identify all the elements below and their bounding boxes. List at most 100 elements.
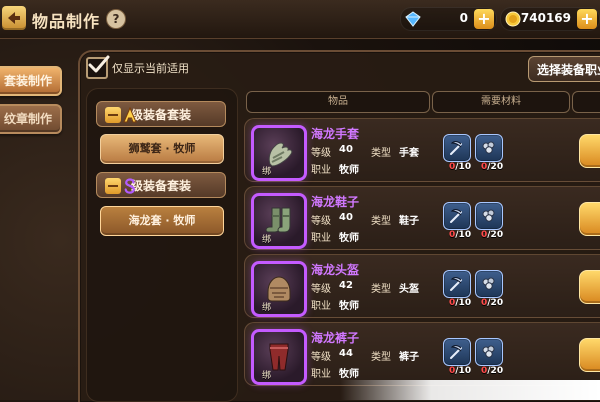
- column-header-action: [572, 91, 600, 113]
- level-value: 44: [339, 348, 353, 359]
- material-1-requirement: 0/10: [449, 366, 471, 376]
- material-slot-2[interactable]: [475, 202, 503, 230]
- material-ore-icon: [482, 209, 495, 222]
- diamond-amount: 0: [459, 11, 468, 25]
- tab-emblem-crafting-label: 纹章制作: [3, 112, 52, 126]
- item-name: 海龙鞋子: [311, 195, 360, 209]
- craft-button[interactable]: [579, 270, 600, 304]
- back-button[interactable]: [2, 6, 26, 30]
- category-a-label: 级装备套装: [131, 108, 192, 122]
- material-slot-1[interactable]: [443, 270, 471, 298]
- bind-badge: 绑: [262, 371, 272, 381]
- job-value: 牧师: [339, 233, 359, 244]
- table-row[interactable]: 绑 海龙头盔 等级 42 类型 头盔 职业 牧师 0/10 0/20: [244, 254, 600, 318]
- item-icon: 绑: [251, 329, 307, 385]
- column-header-materials: 需要材料: [432, 91, 570, 113]
- craft-button[interactable]: [579, 134, 600, 168]
- collapse-icon: [105, 107, 121, 123]
- tab-emblem-crafting[interactable]: 纹章制作: [0, 104, 62, 134]
- category-a-header[interactable]: 级装备套装: [96, 101, 226, 127]
- job-value: 牧师: [339, 165, 359, 176]
- material-slot-2[interactable]: [475, 270, 503, 298]
- table-row[interactable]: 绑 海龙裤子 等级 44 类型 裤子 职业 牧师 0/10 0/20: [244, 322, 600, 386]
- bind-badge: 绑: [262, 235, 272, 245]
- material-slot-2[interactable]: [475, 134, 503, 162]
- material-1-need: /10: [455, 230, 472, 240]
- table-row[interactable]: 绑 海龙手套 等级 40 类型 手套 职业 牧师 0/10 0/20: [244, 118, 600, 182]
- type-value: 鞋子: [399, 216, 419, 227]
- material-2-need: /20: [487, 366, 504, 376]
- help-button[interactable]: ?: [106, 9, 126, 29]
- item-icon: 绑: [251, 125, 307, 181]
- item-icon: 绑: [251, 193, 307, 249]
- item-name: 海龙裤子: [311, 331, 360, 345]
- collapse-icon: [105, 178, 121, 194]
- rank-s-icon: [124, 178, 135, 194]
- level-label: 等级: [311, 284, 331, 295]
- material-slot-1[interactable]: [443, 134, 471, 162]
- add-coins-button[interactable]: +: [577, 9, 597, 29]
- diamond-currency: 0 +: [400, 7, 497, 31]
- material-1-requirement: 0/10: [449, 162, 471, 172]
- craft-button[interactable]: [579, 338, 600, 372]
- material-slot-2[interactable]: [475, 338, 503, 366]
- item-icon: 绑: [251, 261, 307, 317]
- diamond-icon: [405, 11, 421, 27]
- tab-set-crafting[interactable]: 套装制作: [0, 66, 62, 96]
- material-2-requirement: 0/20: [481, 162, 503, 172]
- type-value: 手套: [399, 148, 419, 159]
- level-value: 40: [339, 212, 353, 223]
- item-name: 海龙手套: [311, 127, 360, 141]
- job-label: 职业: [311, 233, 331, 244]
- add-diamonds-button[interactable]: +: [474, 9, 494, 29]
- material-slot-1[interactable]: [443, 202, 471, 230]
- material-2-need: /20: [487, 230, 504, 240]
- type-label: 类型: [371, 148, 391, 159]
- job-value: 牧师: [339, 369, 359, 380]
- coin-icon: [505, 11, 521, 27]
- only-current-checkbox[interactable]: [86, 55, 110, 79]
- job-value: 牧师: [339, 301, 359, 312]
- item-name: 海龙头盔: [311, 263, 360, 277]
- table-row[interactable]: 绑 海龙鞋子 等级 40 类型 鞋子 职业 牧师 0/10 0/20: [244, 186, 600, 250]
- material-scythe-icon: [450, 141, 462, 155]
- column-header-item: 物品: [246, 91, 430, 113]
- category-s-header[interactable]: 级装备套装: [96, 172, 226, 198]
- material-1-need: /10: [455, 162, 472, 172]
- material-2-need: /20: [487, 162, 504, 172]
- material-scythe-icon: [450, 277, 462, 291]
- material-slot-1[interactable]: [443, 338, 471, 366]
- check-icon: [88, 55, 110, 73]
- job-label: 职业: [311, 301, 331, 312]
- material-1-need: /10: [455, 366, 472, 376]
- rank-a-icon: [123, 107, 137, 123]
- material-scythe-icon: [450, 345, 462, 359]
- type-label: 类型: [371, 284, 391, 295]
- category-item-griffin-set[interactable]: 狮鹫套 · 牧师: [100, 134, 224, 164]
- job-label: 职业: [311, 369, 331, 380]
- watermark-fade: [340, 380, 600, 400]
- level-label: 等级: [311, 216, 331, 227]
- material-ore-icon: [482, 277, 495, 290]
- select-job-button[interactable]: 选择装备职业: [528, 56, 600, 82]
- bind-badge: 绑: [262, 167, 272, 177]
- level-value: 42: [339, 280, 353, 291]
- job-label: 职业: [311, 165, 331, 176]
- level-label: 等级: [311, 352, 331, 363]
- category-item-sea-dragon-set[interactable]: 海龙套 · 牧师: [100, 206, 224, 236]
- type-value: 裤子: [399, 352, 419, 363]
- bind-badge: 绑: [262, 303, 272, 313]
- type-label: 类型: [371, 352, 391, 363]
- material-ore-icon: [482, 345, 495, 358]
- craft-button[interactable]: [579, 202, 600, 236]
- level-value: 40: [339, 144, 353, 155]
- top-bar: 物品制作 ? 0 + 740169 +: [0, 0, 600, 39]
- type-value: 头盔: [399, 284, 419, 295]
- material-1-requirement: 0/10: [449, 230, 471, 240]
- coin-currency: 740169 +: [500, 7, 600, 31]
- material-1-need: /10: [455, 298, 472, 308]
- material-2-requirement: 0/20: [481, 366, 503, 376]
- material-2-requirement: 0/20: [481, 230, 503, 240]
- material-2-requirement: 0/20: [481, 298, 503, 308]
- type-label: 类型: [371, 216, 391, 227]
